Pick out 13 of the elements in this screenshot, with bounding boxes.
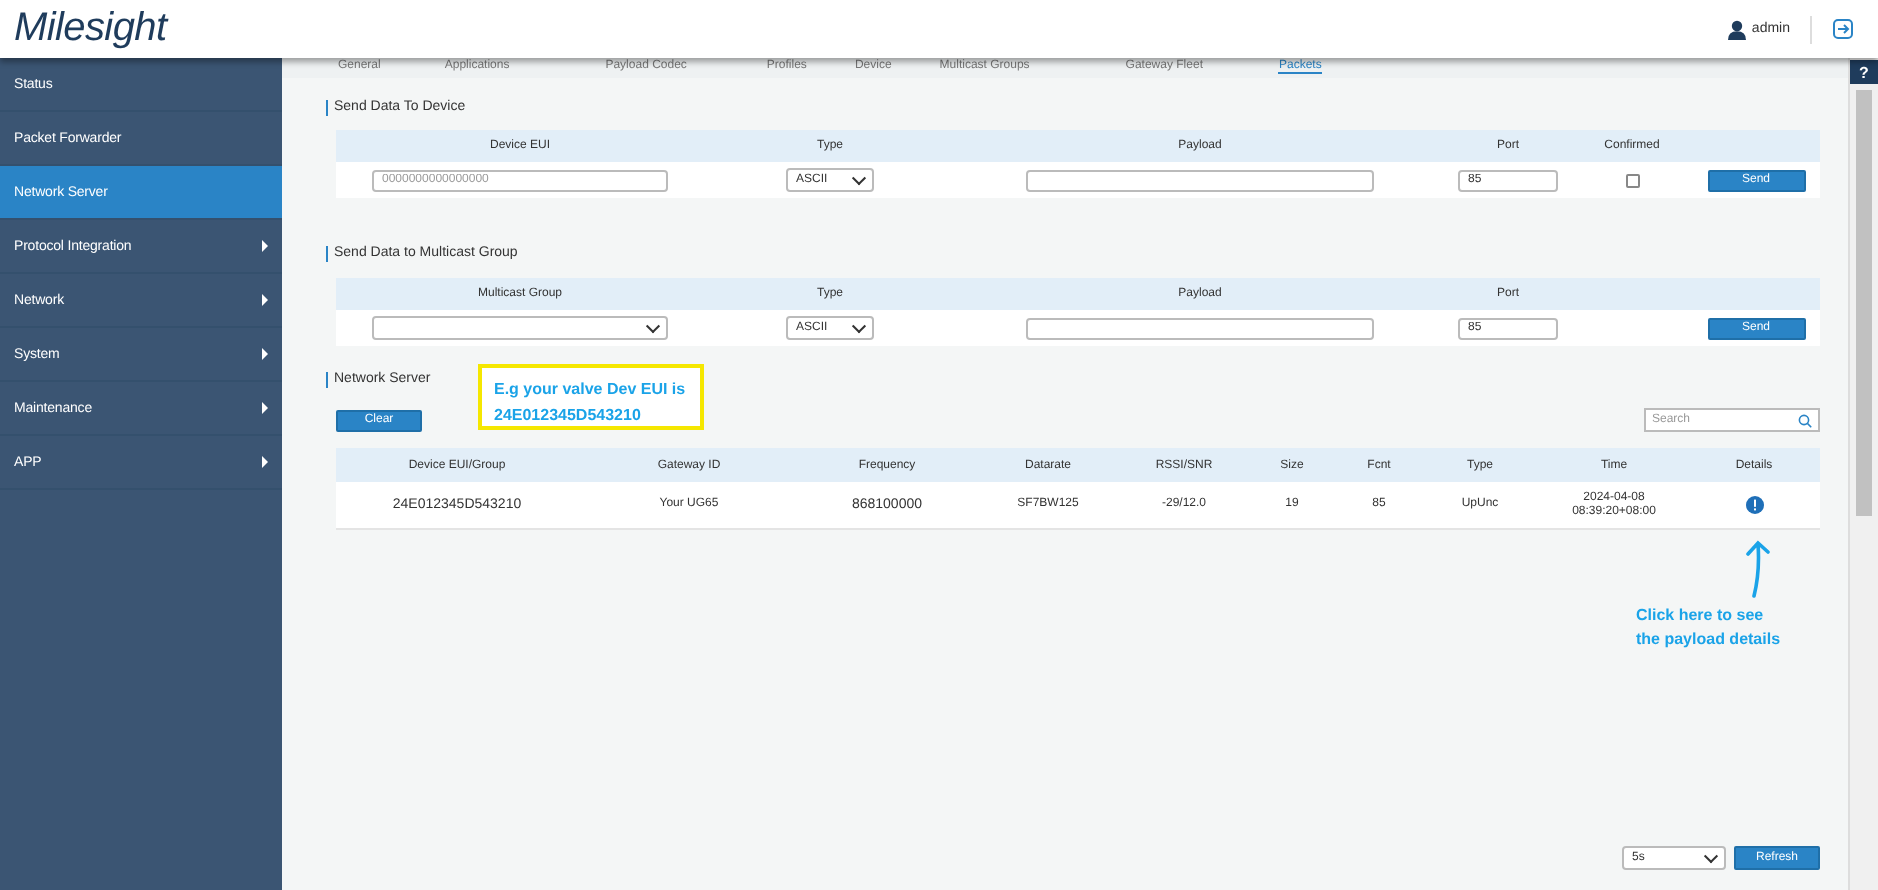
milesight-logo: Milesight xyxy=(14,6,167,52)
scrollbar-thumb[interactable] xyxy=(1856,90,1872,516)
annotation-text: Click here to see the payload details xyxy=(1636,604,1781,652)
user-icon xyxy=(1727,19,1746,39)
arrow-icon xyxy=(1746,540,1770,598)
logout-icon[interactable] xyxy=(1832,18,1854,40)
payload-field[interactable] xyxy=(1026,317,1374,339)
help-button[interactable]: ? xyxy=(1850,60,1878,84)
search-icon xyxy=(1798,413,1812,427)
payload-field[interactable] xyxy=(1026,169,1374,191)
multicast-group-dropdown[interactable] xyxy=(372,316,668,340)
info-icon[interactable] xyxy=(1745,496,1763,514)
confirmed-checkbox[interactable] xyxy=(1625,173,1639,187)
